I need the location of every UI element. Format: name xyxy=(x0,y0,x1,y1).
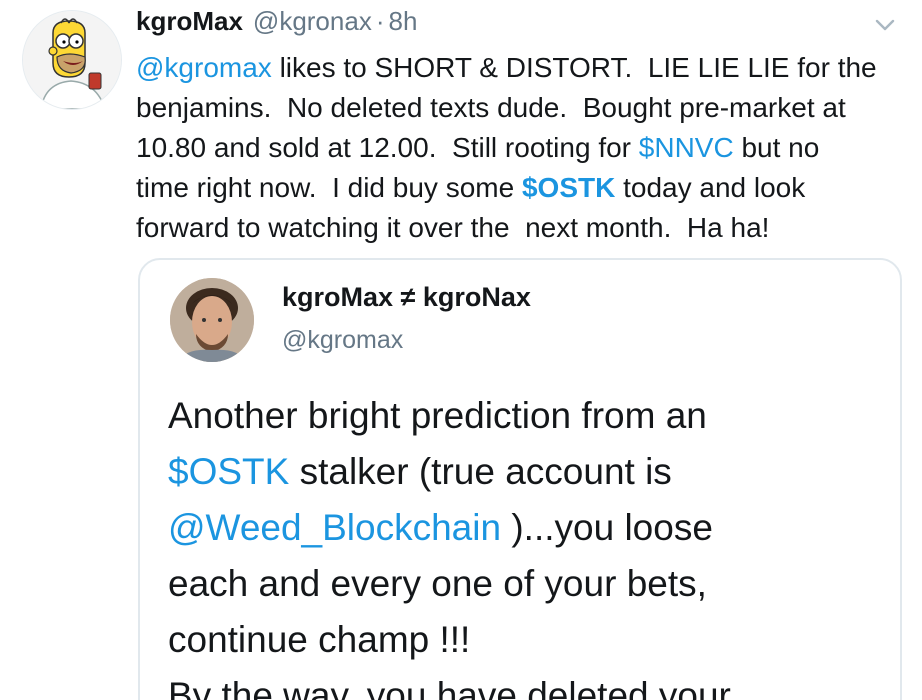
quoted-tweet-line: each and every one of your bets, xyxy=(168,556,888,612)
quoted-tweet-line: $OSTK stalker (true account is xyxy=(168,444,888,500)
quoted-tweet-line: continue champ !!! xyxy=(168,612,888,668)
tweet-text-segment: benjamins. No deleted texts dude. Bought… xyxy=(136,92,846,123)
tweet-line: @kgromax likes to SHORT & DISTORT. LIE L… xyxy=(136,48,916,88)
tweet-link[interactable]: $NNVC xyxy=(639,132,734,163)
chevron-down-icon xyxy=(875,19,895,31)
separator-dot: · xyxy=(375,6,385,36)
profile-photo-avatar xyxy=(170,278,254,362)
quoted-tweet-link[interactable]: $OSTK xyxy=(168,451,289,492)
tweet: kgroMax @kgronax · 8h @kgromax likes to … xyxy=(0,0,922,700)
avatar[interactable] xyxy=(22,10,122,110)
tweet-line: 10.80 and sold at 12.00. Still rooting f… xyxy=(136,128,916,168)
quoted-tweet-text-segment: Another bright prediction from an xyxy=(168,395,707,436)
cartoon-avatar-icon xyxy=(23,11,121,109)
tweet-text-segment: likes to SHORT & DISTORT. LIE LIE LIE fo… xyxy=(271,52,877,83)
quoted-tweet[interactable]: kgroMax ≠ kgroNax @kgromax Another brigh… xyxy=(138,258,902,700)
tweet-text-segment: 10.80 and sold at 12.00. Still rooting f… xyxy=(136,132,639,163)
tweet-text-segment: forward to watching it over the next mon… xyxy=(136,212,770,243)
tweet-text: @kgromax likes to SHORT & DISTORT. LIE L… xyxy=(136,48,916,248)
quoted-tweet-line: By the way, you have deleted your xyxy=(168,668,888,700)
tweet-link[interactable]: @kgromax xyxy=(136,52,272,83)
quoted-tweet-text-segment: By the way, you have deleted your xyxy=(168,675,731,700)
quoted-tweet-text: Another bright prediction from an $OSTK s… xyxy=(168,388,888,700)
quoted-user-handle[interactable]: @kgromax xyxy=(282,326,403,355)
tweet-line: benjamins. No deleted texts dude. Bought… xyxy=(136,88,916,128)
user-handle[interactable]: @kgronax xyxy=(253,6,372,37)
tweet-menu-button[interactable] xyxy=(868,8,902,42)
quoted-tweet-line: @Weed_Blockchain )...you loose xyxy=(168,500,888,556)
quoted-tweet-link[interactable]: @Weed_Blockchain xyxy=(168,507,501,548)
quoted-display-name[interactable]: kgroMax ≠ kgroNax xyxy=(282,282,531,313)
timestamp[interactable]: 8h xyxy=(389,6,418,37)
tweet-header: kgroMax @kgronax · 8h xyxy=(136,6,417,40)
quoted-tweet-text-segment: continue champ !!! xyxy=(168,619,471,660)
quoted-tweet-text-segment: each and every one of your bets, xyxy=(168,563,707,604)
tweet-text-segment: today and look xyxy=(615,172,806,203)
tweet-text-segment: but no xyxy=(733,132,820,163)
tweet-line: forward to watching it over the next mon… xyxy=(136,208,916,248)
tweet-text-segment: time right now. I did buy some xyxy=(136,172,522,203)
quoted-tweet-text-segment: )...you loose xyxy=(501,507,713,548)
quoted-tweet-text-segment: stalker (true account is xyxy=(289,451,672,492)
tweet-line: time right now. I did buy some $OSTK tod… xyxy=(136,168,916,208)
tweet-cashtag[interactable]: $OSTK xyxy=(522,172,615,203)
quoted-avatar[interactable] xyxy=(170,278,254,362)
display-name[interactable]: kgroMax xyxy=(136,6,243,37)
quoted-tweet-line: Another bright prediction from an xyxy=(168,388,888,444)
